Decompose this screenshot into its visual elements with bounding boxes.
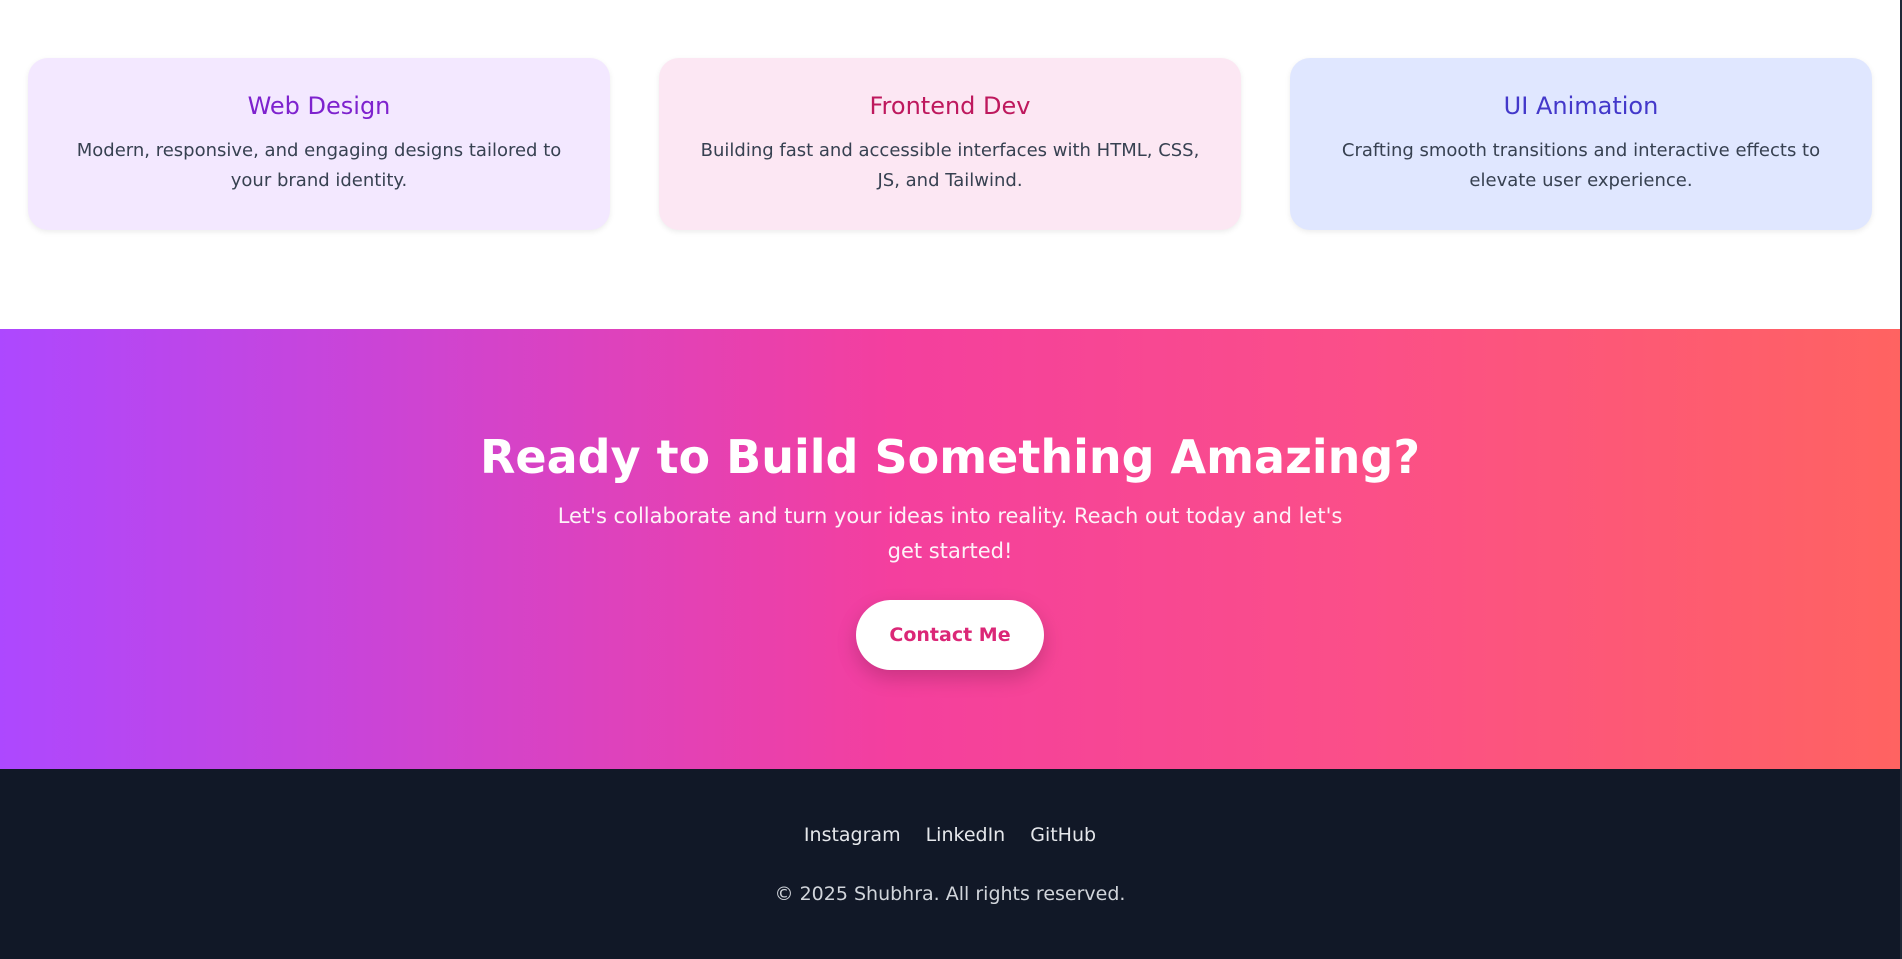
- service-card-frontend-dev: Frontend Dev Building fast and accessibl…: [659, 58, 1241, 230]
- service-card-description: Modern, responsive, and engaging designs…: [76, 140, 562, 192]
- service-card-description: Building fast and accessible interfaces …: [700, 140, 1200, 192]
- instagram-link[interactable]: Instagram: [804, 824, 901, 846]
- service-card-ui-animation: UI Animation Crafting smooth transitions…: [1290, 58, 1872, 230]
- service-card-title: UI Animation: [1503, 92, 1659, 120]
- footer-social-links: Instagram LinkedIn GitHub: [0, 824, 1900, 846]
- service-card-title: Web Design: [247, 92, 391, 120]
- linkedin-link[interactable]: LinkedIn: [926, 824, 1006, 846]
- contact-me-button[interactable]: Contact Me: [856, 600, 1044, 670]
- cta-title: Ready to Build Something Amazing?: [479, 430, 1420, 484]
- service-card-description: Crafting smooth transitions and interact…: [1341, 140, 1821, 192]
- page-content: Web Design Modern, responsive, and engag…: [0, 0, 1900, 959]
- services-section: Web Design Modern, responsive, and engag…: [0, 0, 1900, 329]
- service-cards: Web Design Modern, responsive, and engag…: [28, 58, 1872, 230]
- page: Web Design Modern, responsive, and engag…: [0, 0, 1902, 959]
- cta-subtitle: Let's collaborate and turn your ideas in…: [557, 504, 1343, 563]
- copyright-text: © 2025 Shubhra. All rights reserved.: [774, 883, 1126, 905]
- github-link[interactable]: GitHub: [1030, 824, 1096, 846]
- service-card-title: Frontend Dev: [869, 92, 1031, 120]
- service-card-web-design: Web Design Modern, responsive, and engag…: [28, 58, 610, 230]
- site-footer: Instagram LinkedIn GitHub © 2025 Shubhra…: [0, 769, 1900, 959]
- cta-section: Ready to Build Something Amazing? Let's …: [0, 329, 1900, 769]
